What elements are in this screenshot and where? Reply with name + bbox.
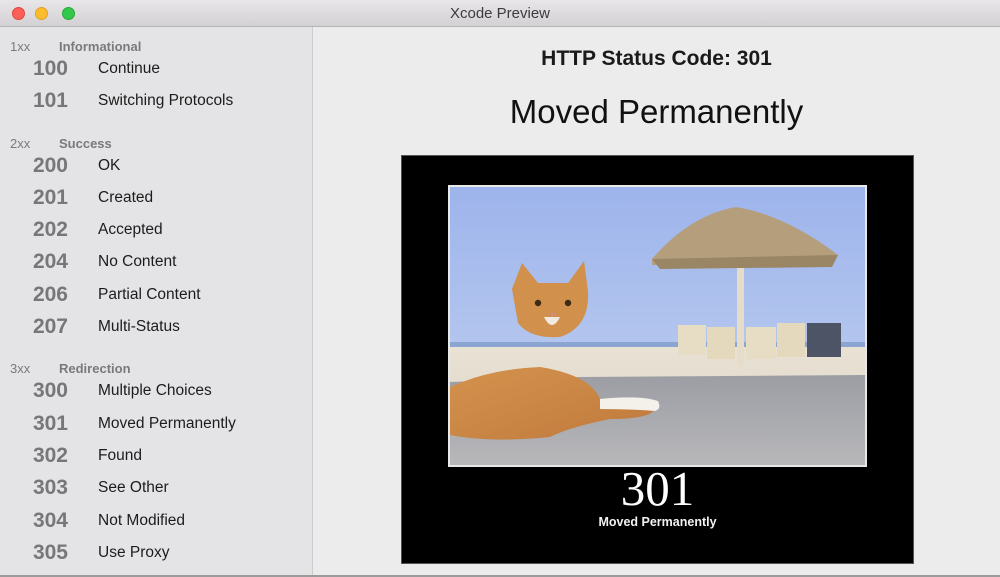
item-label: Use Proxy xyxy=(98,543,170,561)
item-label: Moved Permanently xyxy=(98,414,236,432)
status-detail-panel: HTTP Status Code: 301 Moved Permanently xyxy=(313,27,1000,577)
group-informational: 1xx Informational 100 Continue 101 Switc… xyxy=(0,27,312,116)
group-header: 2xx Success xyxy=(0,124,312,151)
item-label: Multi-Status xyxy=(98,318,180,336)
list-item-300[interactable]: 300 Multiple Choices xyxy=(0,373,312,405)
item-code: 100 xyxy=(32,57,68,80)
item-code: 302 xyxy=(32,443,68,467)
lounge-chairs xyxy=(678,323,841,359)
item-label: Continue xyxy=(98,60,161,77)
item-label: See Other xyxy=(98,479,169,497)
item-label: No Content xyxy=(98,253,177,271)
list-item-100[interactable]: 100 Continue xyxy=(0,51,312,83)
status-code-heading: HTTP Status Code: 301 xyxy=(541,47,772,70)
item-code: 200 xyxy=(32,153,68,177)
item-code: 304 xyxy=(32,508,68,532)
list-item-201[interactable]: 201 Created xyxy=(0,180,312,212)
item-code: 202 xyxy=(32,218,68,242)
item-code: 301 xyxy=(32,411,68,435)
list-item-204[interactable]: 204 No Content xyxy=(0,244,312,276)
item-code: 201 xyxy=(32,185,68,209)
item-label: OK xyxy=(98,156,121,174)
list-item-207[interactable]: 207 Multi-Status xyxy=(0,309,312,341)
item-code: 303 xyxy=(32,476,68,500)
item-code: 206 xyxy=(32,282,68,306)
list-item-302[interactable]: 302 Found xyxy=(0,438,312,470)
group-header: 3xx Redirection xyxy=(0,349,312,376)
status-title: Moved Permanently xyxy=(509,93,804,130)
item-code: 300 xyxy=(32,379,68,403)
list-item-206[interactable]: 206 Partial Content xyxy=(0,277,312,309)
item-label: Accepted xyxy=(98,221,163,239)
item-code: 207 xyxy=(32,315,68,339)
item-label: Partial Content xyxy=(98,285,201,303)
item-code: 305 xyxy=(32,540,68,564)
status-cat-poster: 301 Moved Permanently xyxy=(401,155,914,564)
group-header: 1xx Informational xyxy=(0,27,312,54)
list-item-305[interactable]: 305 Use Proxy xyxy=(0,535,312,567)
status-code-sidebar[interactable]: 1xx Informational 100 Continue 101 Switc… xyxy=(0,27,313,577)
poster-status-code: 301 xyxy=(620,461,695,516)
cat-photo xyxy=(448,185,867,467)
item-label: Switching Protocols xyxy=(98,92,234,110)
list-item-304[interactable]: 304 Not Modified xyxy=(0,503,312,535)
item-label: Not Modified xyxy=(98,511,186,529)
group-redirection: 3xx Redirection 300 Multiple Choices 301… xyxy=(0,349,312,567)
item-code: 204 xyxy=(32,250,68,274)
item-label: Found xyxy=(98,446,142,464)
poster-caption: Moved Permanently xyxy=(598,515,717,529)
window-titlebar: Xcode Preview xyxy=(0,0,1000,27)
group-success: 2xx Success 200 OK 201 Created 202 Accep… xyxy=(0,124,312,342)
window-title: Xcode Preview xyxy=(449,5,551,22)
beach-cat-illustration xyxy=(450,187,865,465)
list-item-200[interactable]: 200 OK xyxy=(0,148,312,180)
item-label: Multiple Choices xyxy=(98,382,212,400)
item-code: 101 xyxy=(32,89,68,113)
list-item-101[interactable]: 101 Switching Protocols xyxy=(0,83,312,115)
list-item-202[interactable]: 202 Accepted xyxy=(0,212,312,244)
item-label: Created xyxy=(98,188,154,206)
list-item-301[interactable]: 301 Moved Permanently xyxy=(0,406,312,438)
list-item-303[interactable]: 303 See Other xyxy=(0,470,312,502)
